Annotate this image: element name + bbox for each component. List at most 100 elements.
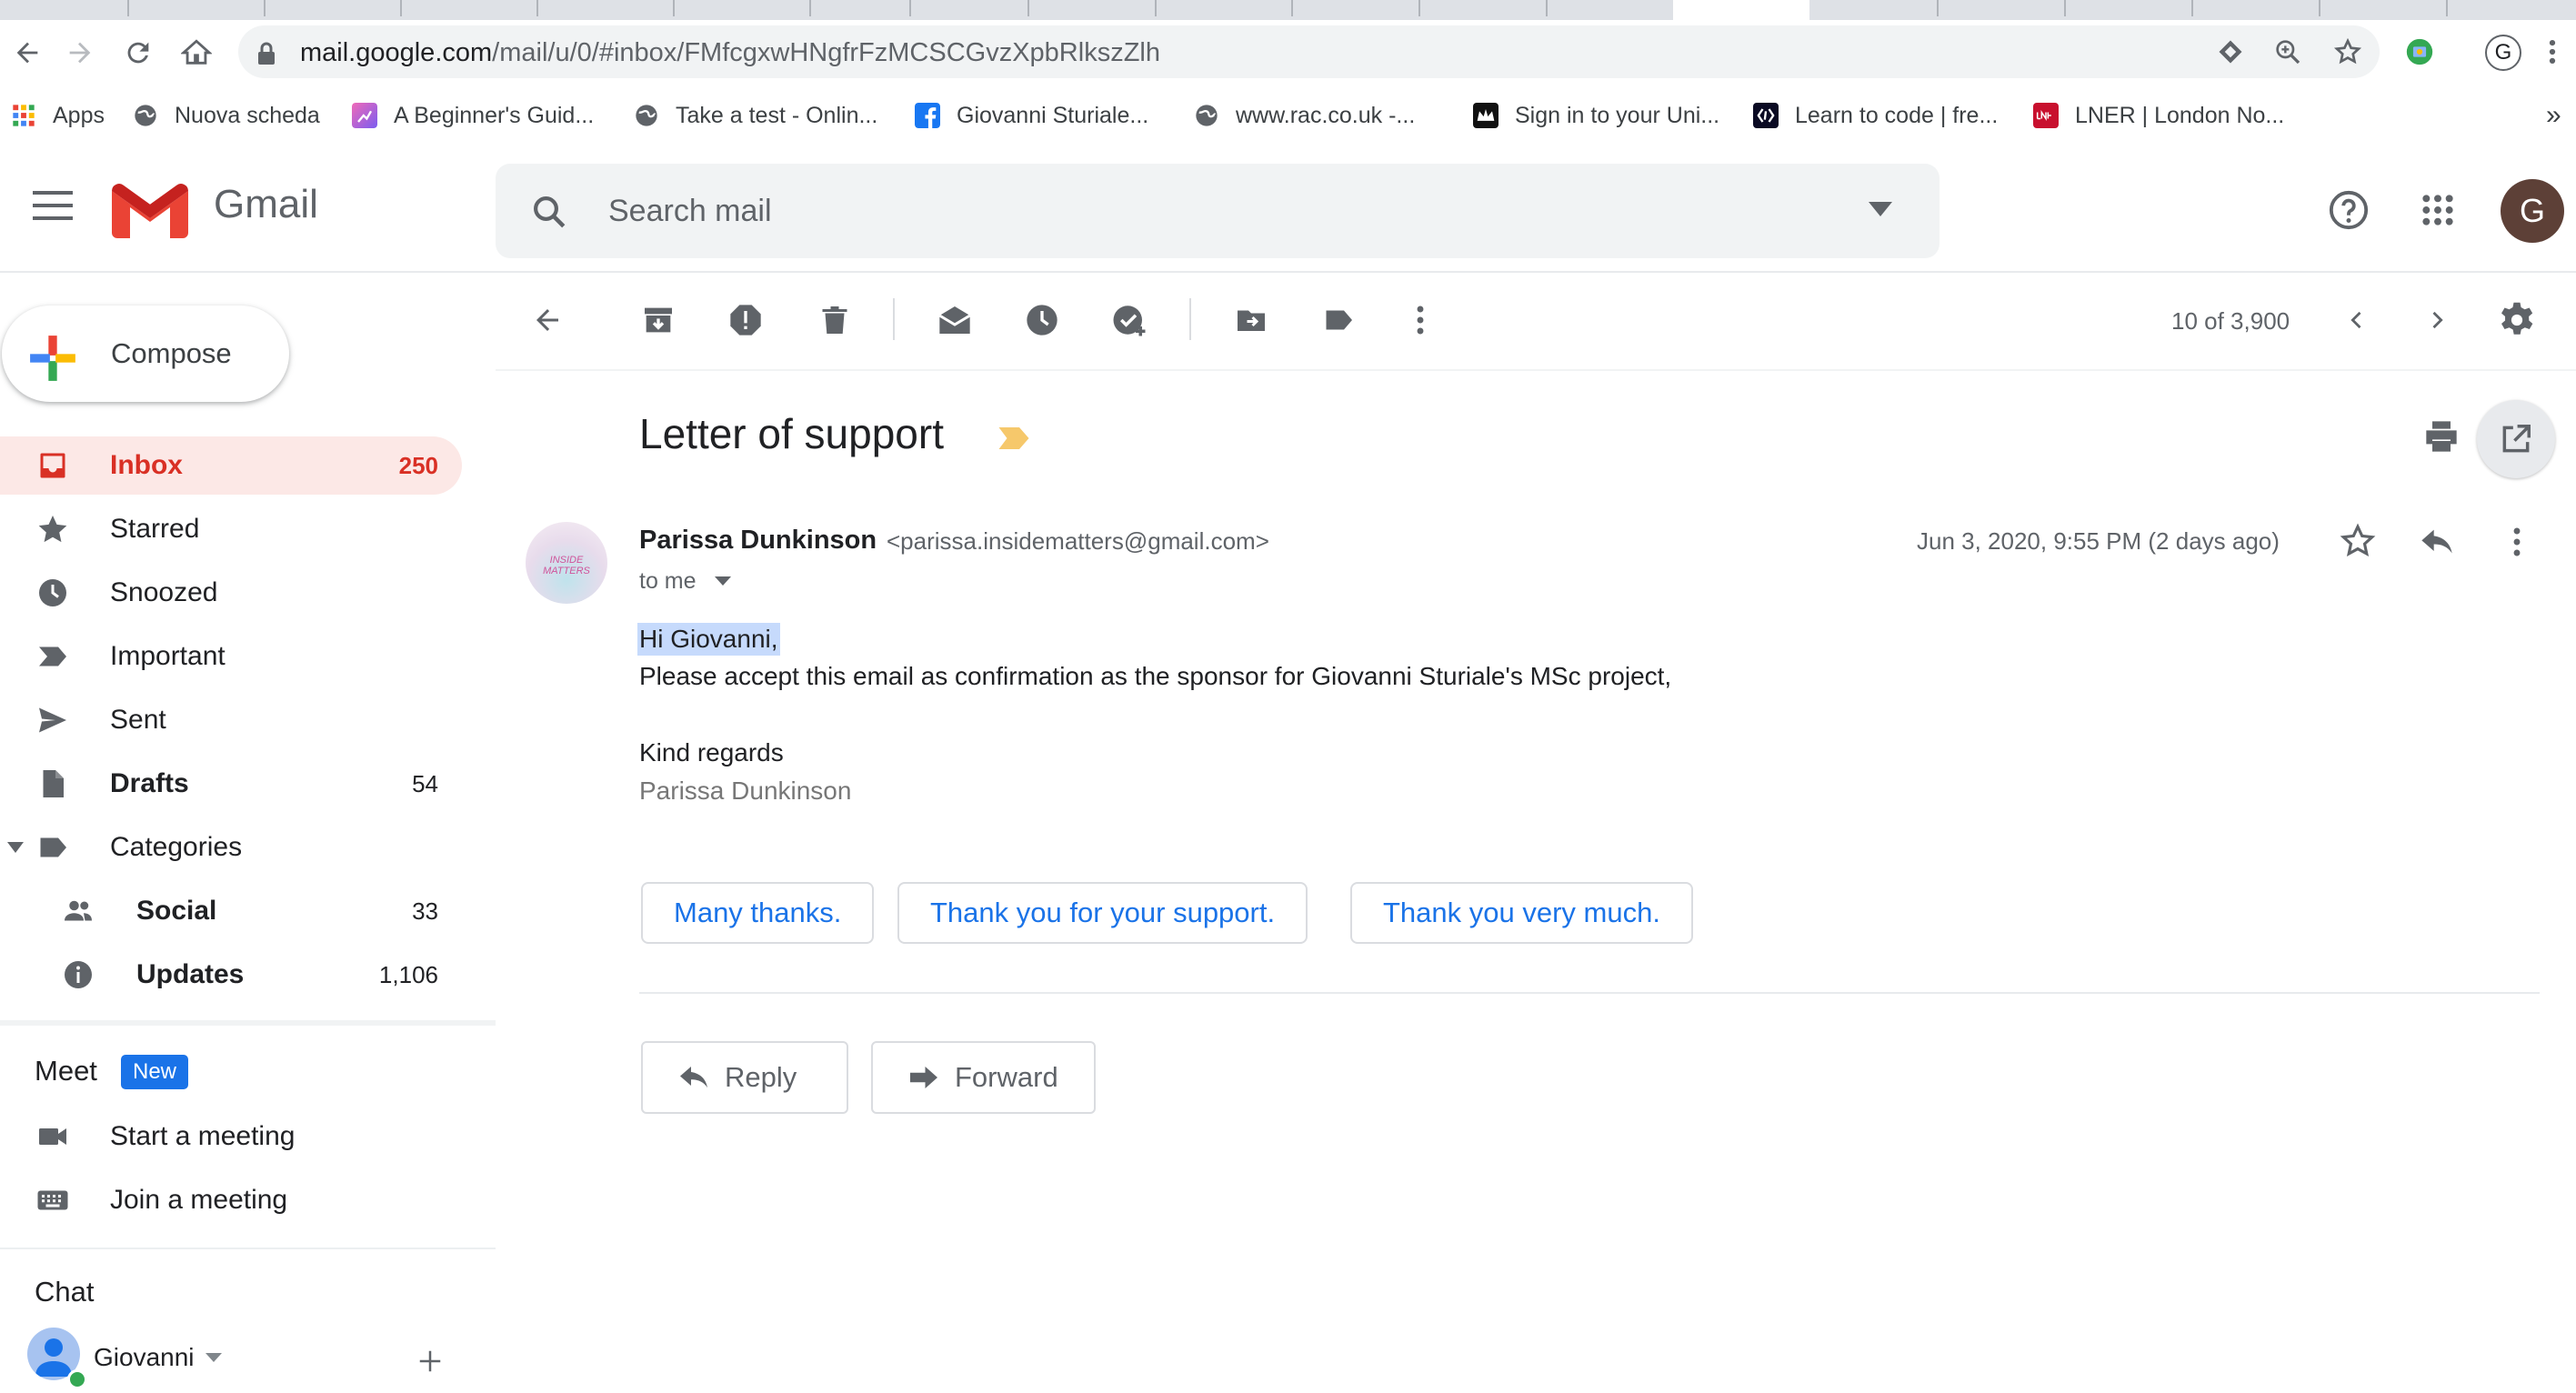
compose-plus-icon: [27, 333, 78, 384]
sidebar-item-starred[interactable]: Starred: [0, 500, 462, 558]
bookmark-take-a-test[interactable]: Take a test - Onlin...: [634, 85, 877, 145]
smart-reply-2[interactable]: Thank you for your support.: [897, 882, 1308, 944]
newer-message-icon[interactable]: [2335, 298, 2379, 342]
send-icon: [39, 707, 66, 733]
join-meeting-item[interactable]: Join a meeting: [0, 1171, 462, 1229]
bookmark-beginners-guide[interactable]: A Beginner's Guid...: [352, 85, 594, 145]
tab-separator: [127, 0, 129, 16]
settings-gear-icon[interactable]: [2495, 298, 2539, 342]
bookmarks-overflow[interactable]: »: [2546, 85, 2561, 145]
back-to-inbox-icon[interactable]: [526, 298, 569, 342]
chat-user-name[interactable]: Giovanni: [94, 1343, 195, 1372]
sidebar-item-sent[interactable]: Sent: [0, 691, 462, 749]
extension-diamond-icon[interactable]: [2217, 38, 2244, 65]
important-icon: [39, 646, 66, 666]
bookmark-university-signin[interactable]: Sign in to your Uni...: [1473, 85, 1719, 145]
reply-icon[interactable]: [2419, 526, 2455, 558]
smart-reply-3[interactable]: Thank you very much.: [1350, 882, 1693, 944]
print-icon[interactable]: [2422, 418, 2461, 455]
message-more-icon[interactable]: [2511, 526, 2522, 558]
forward-button[interactable]: Forward: [871, 1041, 1096, 1114]
sidebar-item-drafts[interactable]: Drafts 54: [0, 755, 462, 813]
sender-email: <parissa.insidematters@gmail.com>: [887, 527, 1269, 555]
search-bar[interactable]: Search mail: [496, 164, 1940, 258]
forward-label: Forward: [955, 1061, 1058, 1093]
account-avatar[interactable]: G: [2501, 179, 2564, 243]
bookmark-nuova-scheda[interactable]: Nuova scheda: [133, 85, 320, 145]
sidebar-item-important[interactable]: Important: [0, 627, 462, 686]
search-input[interactable]: Search mail: [608, 164, 772, 258]
profile-avatar[interactable]: G: [2485, 35, 2521, 71]
add-to-tasks-icon[interactable]: [1108, 298, 1151, 342]
bookmark-label: Giovanni Sturiale...: [957, 102, 1149, 128]
zoom-icon[interactable]: [2273, 37, 2302, 66]
sender-name[interactable]: Parissa Dunkinson: [639, 526, 877, 556]
forward-icon[interactable]: [53, 20, 107, 85]
message-date: Jun 3, 2020, 9:55 PM (2 days ago): [1917, 527, 2280, 555]
recipient-line[interactable]: to me: [639, 568, 697, 595]
home-icon[interactable]: [169, 20, 224, 85]
labels-icon[interactable]: [1317, 298, 1360, 342]
sender-avatar[interactable]: INSIDE MATTERS: [526, 522, 607, 604]
sidebar-item-social[interactable]: Social 33: [0, 882, 462, 940]
open-in-new-window-button[interactable]: [2477, 400, 2555, 478]
report-spam-icon[interactable]: [724, 298, 767, 342]
sidebar-item-snoozed[interactable]: Snoozed: [0, 564, 462, 622]
people-icon: [65, 900, 92, 921]
mark-unread-icon[interactable]: [933, 298, 977, 342]
sidebar-item-updates[interactable]: Updates 1,106: [0, 946, 462, 1004]
reload-icon[interactable]: [111, 20, 165, 85]
message-pager: 10 of 3,900: [2171, 307, 2290, 335]
older-message-icon[interactable]: [2415, 298, 2459, 342]
star-message-icon[interactable]: [2339, 522, 2377, 560]
reply-button[interactable]: Reply: [641, 1041, 848, 1114]
sidebar-item-categories[interactable]: Categories: [0, 818, 462, 877]
tab-separator: [2319, 0, 2320, 16]
extension-icon[interactable]: [2404, 36, 2435, 67]
bookmark-apps[interactable]: Apps: [11, 85, 105, 145]
bookmark-lner[interactable]: LNER | London No...: [2033, 85, 2284, 145]
important-marker-icon[interactable]: [997, 426, 1030, 451]
url-text[interactable]: mail.google.com/mail/u/0/#inbox/FMfcgxwH…: [300, 20, 1160, 85]
tab-separator: [909, 0, 911, 16]
bookmark-facebook[interactable]: Giovanni Sturiale...: [915, 85, 1148, 145]
bookmark-rac[interactable]: www.rac.co.uk -...: [1194, 85, 1415, 145]
chat-status-dropdown-icon[interactable]: [205, 1353, 222, 1362]
unread-count: 250: [398, 452, 438, 479]
tab-separator: [400, 0, 402, 16]
more-actions-icon[interactable]: [1398, 298, 1442, 342]
move-to-icon[interactable]: [1229, 298, 1273, 342]
bookmark-label: Apps: [53, 102, 105, 128]
sidebar-divider: [0, 1020, 496, 1026]
back-icon[interactable]: [0, 20, 55, 85]
help-icon[interactable]: [2328, 189, 2370, 231]
bookmark-label: www.rac.co.uk -...: [1236, 102, 1416, 128]
sidebar-item-inbox[interactable]: Inbox 250: [0, 436, 462, 495]
browser-menu-icon[interactable]: [2546, 36, 2559, 67]
snooze-icon[interactable]: [1020, 298, 1064, 342]
expand-caret-icon[interactable]: [7, 842, 24, 853]
star-icon: [38, 516, 67, 543]
active-tab[interactable]: [1673, 0, 1809, 20]
gmail-wordmark[interactable]: Gmail: [214, 182, 318, 227]
bookmark-star-icon[interactable]: [2333, 37, 2362, 66]
tab-separator: [536, 0, 538, 16]
delete-icon[interactable]: [813, 298, 857, 342]
bookmark-learn-to-code[interactable]: Learn to code | fre...: [1753, 85, 1998, 145]
bookmark-label: Learn to code | fre...: [1795, 102, 1999, 128]
browser-tab-strip: [0, 0, 2576, 20]
search-icon[interactable]: [530, 193, 568, 231]
compose-button[interactable]: Compose: [2, 306, 289, 402]
show-details-icon[interactable]: [715, 576, 731, 586]
archive-icon[interactable]: [636, 298, 680, 342]
main-menu-icon[interactable]: [33, 191, 73, 220]
google-apps-icon[interactable]: [2421, 193, 2455, 227]
site-icon: [352, 103, 377, 128]
new-chat-plus-icon[interactable]: [416, 1348, 444, 1375]
category-count: 1,106: [378, 961, 438, 988]
smart-reply-1[interactable]: Many thanks.: [641, 882, 875, 944]
search-options-icon[interactable]: [1869, 202, 1892, 216]
facebook-icon: [915, 103, 940, 128]
gmail-logo-icon[interactable]: [112, 184, 188, 240]
start-meeting-item[interactable]: Start a meeting: [0, 1107, 462, 1166]
